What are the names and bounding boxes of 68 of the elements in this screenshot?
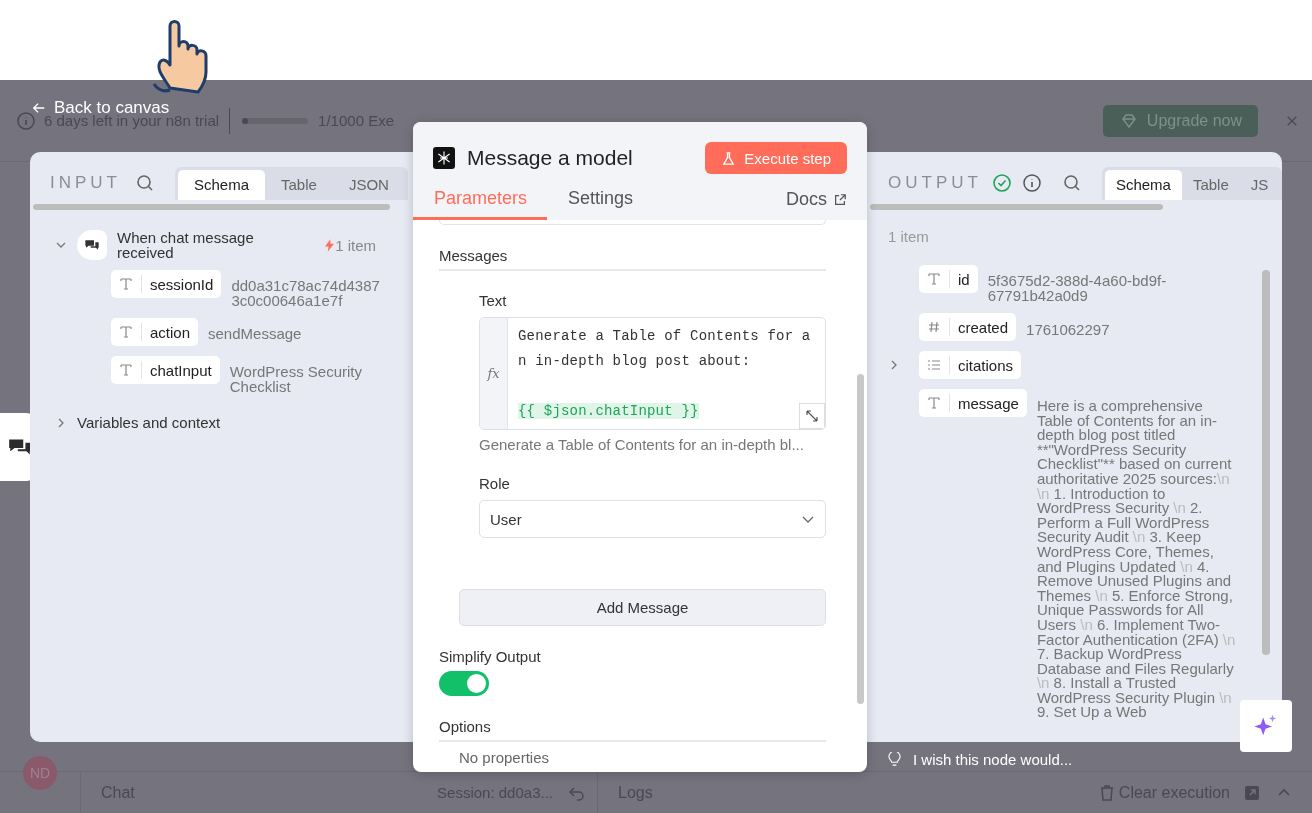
item-count: 1 item: [888, 228, 930, 245]
field-value: WordPress Security Checklist: [229, 362, 363, 394]
back-to-canvas-link[interactable]: Back to canvas: [32, 98, 170, 118]
item-count: 1 item: [335, 236, 376, 254]
flask-icon: [721, 150, 737, 166]
settings-tab[interactable]: Settings: [547, 188, 654, 220]
close-icon[interactable]: [1286, 114, 1298, 127]
arrow-left-icon: [32, 101, 46, 115]
field-value: dd0a31c78ac74d43873c0c00646a1e7f: [231, 276, 381, 308]
group-name[interactable]: Variables and context: [77, 414, 221, 431]
add-message-button[interactable]: Add Message: [459, 589, 826, 626]
lightning-icon: [325, 238, 335, 252]
info-icon: [16, 110, 36, 131]
text-type-icon: [119, 363, 133, 377]
expression-editor[interactable]: fx Generate a Table of Contents for an in-depth blog post about: {{ $json.chatInput }}: [479, 317, 826, 430]
scrollbar[interactable]: [870, 204, 1163, 210]
ai-assistant-button[interactable]: [1240, 700, 1292, 752]
view-tab[interactable]: Table: [265, 169, 333, 200]
field-label: Simplify Output: [439, 648, 542, 665]
field-name[interactable]: created: [919, 313, 1017, 341]
field-name[interactable]: sessionId: [111, 270, 222, 298]
field-value: sendMessage: [208, 324, 302, 341]
field-value: 1761062297: [1026, 320, 1110, 338]
panel-title: OUTPUT: [888, 173, 982, 193]
empty-options-text: No properties: [459, 750, 551, 766]
toggle-switch[interactable]: [439, 671, 489, 696]
scrollbar[interactable]: [33, 204, 390, 210]
executions-progress-bar: [242, 117, 309, 124]
text-type-icon: [119, 277, 133, 291]
view-tab[interactable]: JSON: [332, 169, 405, 200]
field-value: Here is a comprehensive Table of Contents for an in-depth blog post titled **"WordPress Security Checklist"** based on current authoritative 2025 sources:\n \n 1. Introduction to WordPress Security \n 2. Perform a Full WordPress Security Audit \n 3. Keep WordPress Core, Themes, and Plugins Updated \n 4. Remove Unused Plugins and Themes \n 5. Enforce Strong, Unique Passwords for All Users \n 6. Implement Two-Factor Authentication (2FA) \n 7. Backup WordPress Database and Files Regularly \n 8. Install a Trusted WordPress Security Plugin \n 9. Set Up a Web: [1036, 396, 1237, 721]
view-tab[interactable]: Schema: [1104, 169, 1182, 200]
docs-link[interactable]: Docs: [786, 189, 847, 220]
expand-icon[interactable]: [799, 403, 825, 429]
field-name[interactable]: message: [919, 389, 1027, 417]
expression-preview: Generate a Table of Contents for an in-depth bl...: [479, 436, 805, 453]
hash-icon: [927, 320, 941, 334]
feedback-prompt[interactable]: I wish this node would...: [888, 751, 1073, 768]
view-tab[interactable]: JS: [1239, 169, 1280, 200]
list-icon: [927, 358, 941, 372]
info-icon[interactable]: [1021, 173, 1042, 193]
search-icon[interactable]: [1061, 173, 1082, 193]
field-value: 5f3675d2-388d-4a60-bd9f-67791b42a0d9: [987, 271, 1168, 303]
field-label: Role: [479, 475, 511, 492]
text-type-icon: [927, 272, 941, 286]
model-node-icon: [433, 147, 455, 169]
role-select[interactable]: User: [479, 500, 826, 538]
node-name: When chat message received: [117, 230, 255, 260]
lightbulb-icon: [888, 752, 901, 767]
field-label: Text: [479, 292, 508, 309]
scrollbar[interactable]: [1262, 270, 1270, 655]
view-tab[interactable]: Table: [1181, 169, 1240, 200]
scrollbar[interactable]: [857, 374, 864, 704]
field-name[interactable]: action: [111, 318, 199, 346]
panel-title: INPUT: [50, 173, 121, 193]
search-icon[interactable]: [135, 173, 155, 193]
section-heading: Messages: [439, 225, 826, 271]
text-type-icon: [119, 325, 133, 339]
section-heading: Options: [439, 696, 826, 742]
text-type-icon: [927, 396, 941, 410]
field-name[interactable]: citations: [919, 351, 1022, 379]
field-name[interactable]: id: [919, 265, 978, 293]
node-title: Message a model: [467, 146, 633, 170]
fx-label: fx: [480, 318, 508, 429]
chat-node-icon: [77, 230, 107, 260]
external-link-icon: [833, 192, 847, 207]
view-tab[interactable]: Schema: [178, 169, 266, 200]
field-name[interactable]: chatInput: [111, 356, 220, 384]
